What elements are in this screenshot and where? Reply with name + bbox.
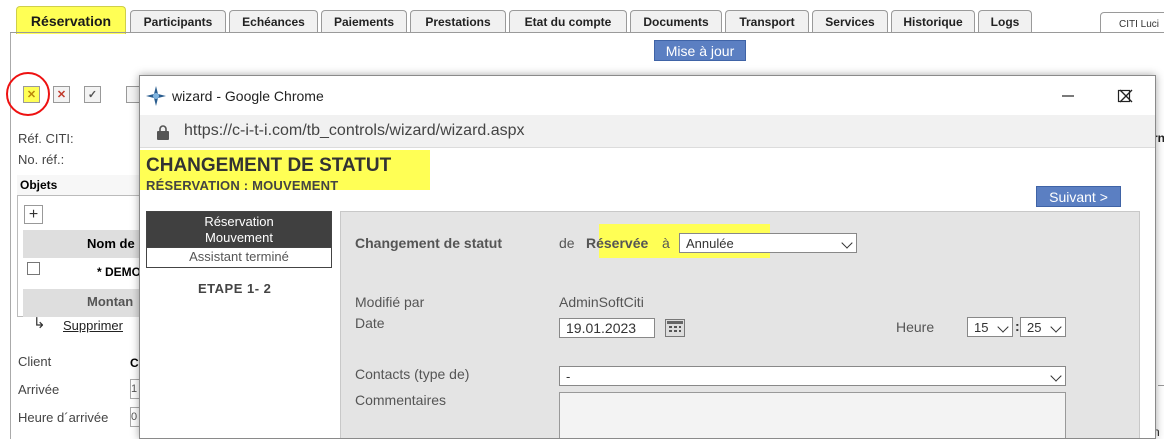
minute-value: 25 (1027, 320, 1042, 335)
close-icon[interactable] (1114, 84, 1138, 108)
tab-paiements[interactable]: Paiements (321, 10, 407, 33)
chevron-down-icon (1050, 321, 1062, 333)
step-counter: ETAPE 1- 2 (198, 281, 272, 296)
a-label: à (662, 235, 670, 251)
montant-column-header: Montan (87, 294, 134, 309)
delete-icon[interactable]: ✕ (53, 86, 70, 103)
calendar-icon[interactable] (665, 319, 685, 337)
objets-header: Objets (20, 178, 58, 192)
heure-label: Heure (896, 319, 935, 335)
demo-object-name: * DEMO (97, 265, 142, 279)
date-label: Date (355, 315, 385, 331)
tab-services[interactable]: Services (812, 10, 888, 33)
return-arrow-icon: ↳ (33, 315, 46, 332)
date-input[interactable]: 19.01.2023 (559, 318, 655, 338)
next-button[interactable]: Suivant > (1036, 186, 1121, 207)
modified-by-value: AdminSoftCiti (559, 294, 644, 310)
chevron-down-icon (1050, 370, 1062, 382)
minimize-icon[interactable] (1056, 84, 1080, 108)
heure-arrivee-label: Heure d´arrivée (18, 410, 109, 425)
lock-icon (157, 125, 169, 140)
tab-documents[interactable]: Documents (630, 10, 722, 33)
add-object-button[interactable]: + (24, 205, 43, 224)
object-checkbox[interactable] (27, 262, 40, 275)
tab-participants[interactable]: Participants (130, 10, 226, 33)
step-active-line1: Réservation (204, 214, 274, 229)
tab-bar: Réservation Participants Echéances Paiem… (0, 0, 1164, 34)
status-change-label: Changement de statut (355, 235, 503, 251)
app-logo-icon (146, 86, 166, 106)
contacts-label: Contacts (type de) (355, 366, 470, 382)
comments-textarea[interactable] (559, 392, 1066, 438)
document-icon[interactable] (126, 86, 140, 103)
step-active-line2: Mouvement (205, 230, 273, 245)
time-separator: : (1015, 318, 1020, 334)
ref-citi-label: Réf. CITI: (18, 131, 74, 146)
wizard-steps: Réservation Mouvement Assistant terminé (146, 211, 332, 268)
tab-transport[interactable]: Transport (725, 10, 809, 33)
client-value: C (130, 356, 139, 370)
address-bar[interactable]: https://c-i-t-i.com/tb_controls/wizard/w… (140, 115, 1155, 148)
wizard-page: CHANGEMENT DE STATUT RÉSERVATION : MOUVE… (140, 148, 1155, 438)
page-title: CHANGEMENT DE STATUT (146, 155, 392, 176)
minute-select[interactable]: 25 (1020, 317, 1066, 337)
nom-column-header: Nom de (87, 236, 135, 251)
tab-reservation[interactable]: Réservation (16, 6, 126, 34)
chevron-down-icon (841, 237, 853, 249)
tab-logs[interactable]: Logs (978, 10, 1032, 33)
url-text[interactable]: https://c-i-t-i.com/tb_controls/wizard/w… (184, 122, 525, 140)
tab-echeances[interactable]: Echéances (229, 10, 318, 33)
comments-label: Commentaires (355, 392, 447, 408)
contacts-value: - (566, 369, 571, 384)
wizard-popup-window: wizard - Google Chrome https://c-i-t-i.c… (139, 75, 1156, 439)
user-tab[interactable]: CITI Luci (1100, 12, 1164, 33)
right-edge-divider (1158, 385, 1164, 386)
step-active[interactable]: Réservation Mouvement (147, 212, 331, 247)
supprimer-link[interactable]: Supprimer (63, 318, 123, 333)
chevron-down-icon (997, 321, 1009, 333)
heure-arrivee-value: 0 (131, 411, 138, 423)
window-titlebar: wizard - Google Chrome (140, 76, 1155, 115)
window-title: wizard - Google Chrome (172, 88, 324, 104)
arrivee-label: Arrivée (18, 382, 60, 397)
form-panel: Changement de statut de Réservée à Annul… (340, 211, 1140, 438)
modified-by-label: Modifié par (355, 294, 425, 310)
target-status-value: Annulée (686, 236, 734, 251)
annotation-circle (6, 72, 50, 116)
update-button[interactable]: Mise à jour (654, 40, 746, 61)
de-label: de (559, 235, 575, 251)
tab-divider (10, 32, 1164, 33)
hour-select[interactable]: 15 (967, 317, 1013, 337)
tab-prestations[interactable]: Prestations (410, 10, 506, 33)
target-status-select[interactable]: Annulée (679, 233, 857, 253)
hour-value: 15 (974, 320, 989, 335)
no-ref-label: No. réf.: (18, 152, 65, 167)
date-value: 19.01.2023 (566, 320, 637, 336)
tab-etat-du-compte[interactable]: Etat du compte (509, 10, 627, 33)
client-label: Client (18, 354, 52, 369)
step-done[interactable]: Assistant terminé (147, 247, 331, 267)
page-subtitle: RÉSERVATION : MOUVEMENT (146, 178, 339, 193)
check-icon[interactable]: ✓ (84, 86, 101, 103)
from-status: Réservée (586, 235, 649, 251)
tab-historique[interactable]: Historique (891, 10, 975, 33)
arrivee-value: 1 (131, 383, 138, 395)
contacts-select[interactable]: - (559, 366, 1066, 386)
